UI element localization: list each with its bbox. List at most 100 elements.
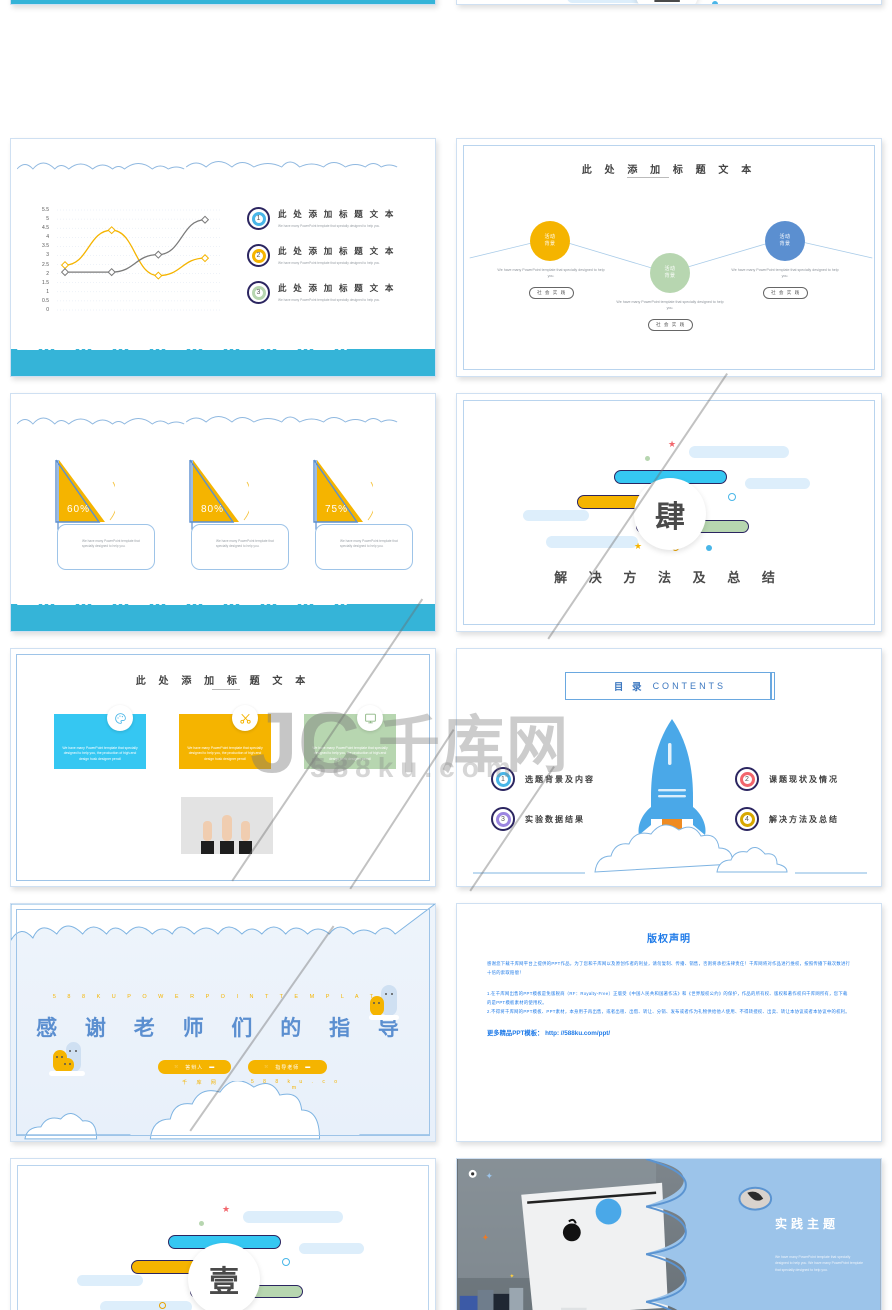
card-text-3: We have many PowerPoint template that sp…	[312, 745, 388, 762]
palette-icon	[107, 705, 133, 731]
contents-number-2: 2	[735, 767, 759, 791]
item-title: 此 处 添 加 标 题 文 本	[278, 208, 396, 219]
node-label-1: 活动	[779, 234, 791, 240]
chart-y-tick: 2	[46, 270, 49, 277]
monitor-icon	[357, 705, 383, 731]
cloud-doodle-top	[17, 155, 429, 177]
dot-icon-blue	[706, 545, 712, 551]
node-desc-1: We have many PowerPoint template that sp…	[497, 268, 605, 279]
dot-icon-green	[645, 456, 650, 461]
title-underline	[212, 689, 240, 690]
gallery-cell-2[interactable]: ★ 叁 实 验 数 据 结 果 We have many PowerPoint …	[446, 0, 892, 130]
slide-line-chart[interactable]: 5.5 5 4.5 4 3.5 3 2.5 2 1.5 1 0.5 0 1 此 处 添 加 标 题 文…	[10, 138, 436, 377]
sail-textbox-1: We have many PowerPoint template that sp…	[57, 524, 155, 570]
item-number: 3	[256, 289, 261, 296]
gallery-cell-6[interactable]: ★ ★ 肆 解 决 方 法 及 总 结	[446, 385, 892, 640]
chart-y-tick: 1	[46, 288, 49, 295]
node-desc-3: We have many PowerPoint template that sp…	[731, 268, 839, 279]
contents-item-2[interactable]: 2 课题现状及情况	[735, 767, 839, 791]
node-pill-2[interactable]: 社 会 实 践	[648, 319, 694, 331]
node-label-2: 背景	[664, 273, 676, 279]
card-text-1: We have many PowerPoint template that sp…	[62, 745, 138, 762]
contents-number-3: 3	[491, 807, 515, 831]
sail-graphic-2	[189, 459, 249, 530]
slide-section-solutions[interactable]: ★ ★ 肆 解 决 方 法 及 总 结	[456, 393, 882, 632]
gallery-cell-3[interactable]: 5.5 5 4.5 4 3.5 3 2.5 2 1.5 1 0.5 0 1 此 处 添 加 标 题 文…	[0, 130, 446, 385]
numeral-bubble: 肆	[634, 478, 706, 550]
sail-textbox-2: We have many PowerPoint template that sp…	[191, 524, 289, 570]
sail-graphic-1	[55, 459, 115, 530]
gallery-cell-12[interactable]: ✦ ✦ ✦ ✦ ✦ 实践主题 We have many PowerPoint t…	[446, 1150, 892, 1310]
chart-item-1[interactable]: 1 此 处 添 加 标 题 文 本 We have many PowerPoin…	[247, 207, 396, 230]
copyright-paragraph-2: 1.在千库网出售的PPT模板是免版税商（RF：Royalty-Free）正版受《…	[487, 991, 848, 1006]
sail-desc-1: We have many PowerPoint template that sp…	[82, 539, 140, 549]
cloud-doodle-top	[17, 410, 429, 432]
slide-table-of-contents[interactable]: 目 录 CONTENTS 1 选题背景及内容 2 课题现状及情况 3 实验数据结…	[456, 648, 882, 887]
dot-icon-blue	[712, 1, 718, 4]
contents-number-4: 4	[735, 807, 759, 831]
slide-percentage-sails[interactable]: 60% We have many PowerPoint template tha…	[10, 393, 436, 632]
num: 1	[501, 775, 505, 783]
chart-y-tick: 3	[46, 252, 49, 259]
contents-item-4[interactable]: 4 解决方法及总结	[735, 807, 839, 831]
item-desc: We have many PowerPoint template that sp…	[278, 260, 380, 265]
slide-thank-you[interactable]: 5 8 8 K U P O W E R P O I N T T E M P L …	[10, 903, 436, 1142]
node-label-2: 背景	[779, 241, 791, 247]
thumbs-up-photo	[181, 797, 273, 854]
copyright-paragraph-1: 感谢您下载千库网平台上提供的PPT作品，为了您和千库网以及原创作者的利益，请勿复…	[487, 961, 851, 976]
percent-label-2: 80%	[201, 504, 225, 515]
cloud-illustration	[473, 824, 867, 874]
slide-three-color-cards[interactable]: 此 处 添 加 标 题 文 本 We have many PowerPoint …	[10, 648, 436, 887]
chart-y-tick: 4	[46, 234, 49, 241]
dash-divider	[11, 347, 435, 351]
contents-title-cn: 目 录	[613, 682, 645, 693]
gallery-cell-8[interactable]: 目 录 CONTENTS 1 选题背景及内容 2 课题现状及情况 3 实验数据结…	[446, 640, 892, 895]
node-pill-1[interactable]: 社 会 实 践	[529, 287, 575, 299]
node-pill-3[interactable]: 社 会 实 践	[763, 287, 809, 299]
chart-item-3[interactable]: 3 此 处 添 加 标 题 文 本 We have many PowerPoin…	[247, 281, 396, 304]
slide-section-topic[interactable]: ★ 壹	[10, 1158, 436, 1310]
slide-copyright[interactable]: 版权声明 感谢您下载千库网平台上提供的PPT作品，为了您和千库网以及原创作者的利…	[456, 903, 882, 1142]
slide-section-experiment[interactable]: ★ 叁 实 验 数 据 结 果 We have many PowerPoint …	[456, 0, 882, 5]
chart-y-tick: 1.5	[42, 279, 49, 286]
item-desc: We have many PowerPoint template that sp…	[278, 223, 380, 228]
advisor-button[interactable]: ⁙ 指导老师 ▬	[248, 1060, 328, 1074]
num: 3	[501, 815, 505, 823]
slide-title-cards[interactable]: your tittle here your tittle here your t…	[10, 0, 436, 5]
star-icon-yellow: ★	[634, 541, 643, 551]
gallery-cell-7[interactable]: 此 处 添 加 标 题 文 本 We have many PowerPoint …	[0, 640, 446, 895]
svg-text:✦: ✦	[486, 1171, 494, 1181]
copyright-paragraph-3: 2.不得将千库网的PPT模板、PPT素材，本身用于再出售，或者出租、出借、转让、…	[487, 1009, 850, 1015]
contents-title-en: CONTENTS	[652, 681, 727, 691]
chart-item-2[interactable]: 2 此 处 添 加 标 题 文 本 We have many PowerPoin…	[247, 244, 396, 267]
presenter-button[interactable]: ⁙ 答辩人 ▬	[158, 1060, 232, 1074]
gallery-cell-10[interactable]: 版权声明 感谢您下载千库网平台上提供的PPT作品，为了您和千库网以及原创作者的利…	[446, 895, 892, 1150]
gallery-cell-5[interactable]: 60% We have many PowerPoint template tha…	[0, 385, 446, 640]
gallery-cell-9[interactable]: 5 8 8 K U P O W E R P O I N T T E M P L …	[0, 895, 446, 1150]
footer-band	[11, 349, 435, 376]
item-number-badge-2: 2	[247, 244, 270, 267]
flow-node-2[interactable]: 活动 背景	[650, 253, 690, 293]
card-text-2: We have many PowerPoint template that sp…	[187, 745, 263, 762]
copyright-more-link[interactable]: 更多精品PPT模板： http: //588ku.com/ppt/	[487, 1028, 851, 1037]
deco-bar-pale-3	[77, 1275, 143, 1286]
flow-node-1[interactable]: 活动 背景	[530, 221, 570, 261]
numeral-text: 肆	[655, 501, 685, 534]
flow-node-3[interactable]: 活动 背景	[765, 221, 805, 261]
percent-label-1: 60%	[67, 504, 91, 515]
gallery-cell-11[interactable]: ★ 壹	[0, 1150, 446, 1310]
cloud-top-illustration	[11, 904, 435, 941]
node-label-2: 背景	[544, 241, 556, 247]
numeral-text: 叁	[652, 0, 682, 4]
gallery-cell-4[interactable]: 此 处 添 加 标 题 文 本 活动 背景 We have many Power…	[446, 130, 892, 385]
contents-label-3: 实验数据结果	[525, 814, 585, 824]
item-number: 1	[256, 215, 261, 222]
slide-circle-flow[interactable]: 此 处 添 加 标 题 文 本 活动 背景 We have many Power…	[456, 138, 882, 377]
slide-practice-theme[interactable]: ✦ ✦ ✦ ✦ ✦ 实践主题 We have many PowerPoint t…	[456, 1158, 882, 1310]
slide-gallery-grid: your tittle here your tittle here your t…	[0, 0, 892, 1310]
mascot-group-right	[369, 985, 399, 1020]
gallery-cell-1[interactable]: your tittle here your tittle here your t…	[0, 0, 446, 130]
presenter-button-label: 答辩人	[185, 1064, 204, 1071]
contents-item-1[interactable]: 1 选题背景及内容	[491, 767, 595, 791]
contents-item-3[interactable]: 3 实验数据结果	[491, 807, 585, 831]
